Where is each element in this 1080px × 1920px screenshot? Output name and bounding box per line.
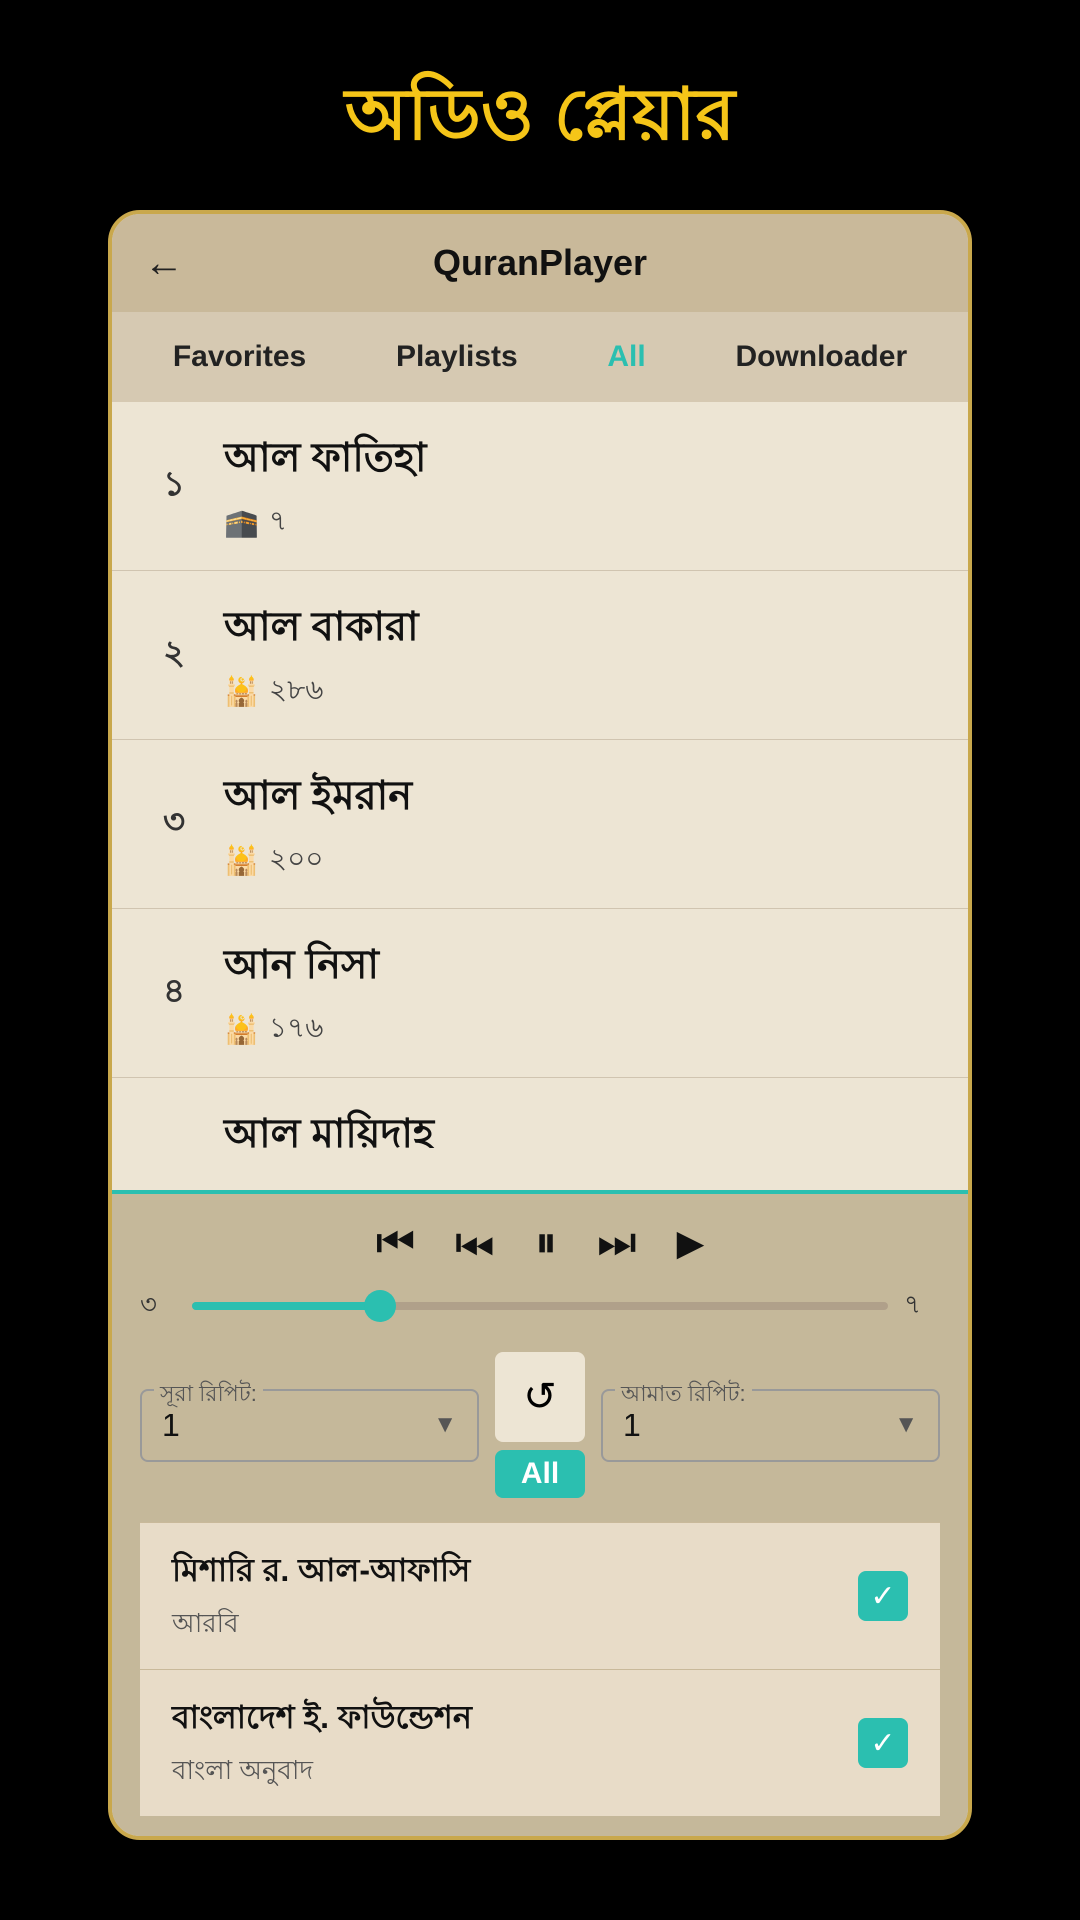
reciter-info-2: বাংলাদেশ ই. ফাউন্ডেশন বাংলা অনুবাদ — [172, 1692, 858, 1794]
reciter-name-2: বাংলাদেশ ই. ফাউন্ডেশন — [172, 1692, 858, 1746]
surah-info-4: আন নিসা 🕌 ১৭৬ — [224, 933, 936, 1053]
app-title: QuranPlayer — [433, 242, 647, 284]
surah-number-1: ১ — [144, 458, 204, 515]
reciter-checkbox-2[interactable]: ✓ — [858, 1718, 908, 1768]
surah-name-4: আন নিসা — [224, 933, 936, 1000]
reciter-checkbox-1[interactable]: ✓ — [858, 1571, 908, 1621]
surah-meta-4: 🕌 ১৭৬ — [224, 1006, 936, 1053]
surah-meta-3: 🕌 ২০০ — [224, 837, 936, 884]
time-start: ৩ — [140, 1284, 176, 1328]
surah-item-4[interactable]: ৪ আন নিসা 🕌 ১৭৬ — [112, 909, 968, 1078]
surah-number-4: ৪ — [144, 965, 204, 1022]
reciter-lang-1: আরবি — [172, 1603, 858, 1647]
player-controls: ⏮ ⏭ ⏸ ⏭ ▶ — [140, 1218, 940, 1268]
progress-fill — [192, 1302, 380, 1310]
tab-playlists[interactable]: Playlists — [388, 336, 526, 378]
reciter-section: মিশারি র. আল-আফাসি আরবি ✓ বাংলাদেশ ই. ফা… — [140, 1522, 940, 1816]
surah-repeat-box: সূরা রিপিট: 1 ▼ — [140, 1389, 479, 1462]
surah-meta-2: 🕌 ২৮৬ — [224, 668, 936, 715]
reciter-lang-2: বাংলা অনুবাদ — [172, 1750, 858, 1794]
surah-item-1[interactable]: ১ আল ফাতিহা 🕋 ৭ — [112, 402, 968, 571]
page-title: অডিও প্লেয়ার — [345, 60, 735, 180]
tab-downloader[interactable]: Downloader — [727, 336, 915, 378]
reciter-item-2[interactable]: বাংলাদেশ ই. ফাউন্ডেশন বাংলা অনুবাদ ✓ — [140, 1669, 940, 1816]
surah-meta-1: 🕋 ৭ — [224, 499, 936, 546]
prev-chapter-button[interactable]: ⏭ — [455, 1218, 495, 1268]
player-bar: ⏮ ⏭ ⏸ ⏭ ▶ ৩ ৭ সূরা রিপিট: 1 ▼ — [112, 1190, 968, 1836]
surah-repeat-arrow: ▼ — [433, 1411, 457, 1439]
surah-item-5-partial[interactable]: আল মায়িদাহ — [112, 1078, 968, 1148]
surah-count-4: ১৭৬ — [269, 1006, 324, 1053]
reciter-name-1: মিশারি র. আল-আফাসি — [172, 1545, 858, 1599]
ayat-repeat-arrow: ▼ — [894, 1411, 918, 1439]
repeat-middle: ↺ All — [495, 1352, 585, 1498]
repeat-icon: ↺ — [523, 1374, 557, 1420]
surah-count-1: ৭ — [269, 499, 287, 546]
pause-button[interactable]: ⏸ — [535, 1218, 557, 1268]
surah-name-2: আল বাকারা — [224, 595, 936, 662]
time-end: ৭ — [904, 1284, 940, 1328]
progress-thumb[interactable] — [364, 1290, 396, 1322]
next-chapter-button[interactable]: ⏭ — [597, 1218, 637, 1268]
progress-row: ৩ ৭ — [140, 1284, 940, 1328]
surah-name-5: আল মায়িদাহ — [224, 1102, 434, 1148]
mosque-icon-3: 🕌 — [224, 844, 259, 877]
repeat-icon-button[interactable]: ↺ — [495, 1352, 585, 1442]
surah-item-2[interactable]: ২ আল বাকারা 🕌 ২৮৬ — [112, 571, 968, 740]
mosque-icon-4: 🕌 — [224, 1013, 259, 1046]
surah-name-3: আল ইমরান — [224, 764, 936, 831]
app-header: ← QuranPlayer — [112, 214, 968, 312]
surah-item-3[interactable]: ৩ আল ইমরান 🕌 ২০০ — [112, 740, 968, 909]
back-button[interactable]: ← — [144, 241, 184, 286]
ayat-repeat-box: আমাত রিপিট: 1 ▼ — [601, 1389, 940, 1462]
prev-track-button[interactable]: ⏮ — [376, 1218, 416, 1268]
surah-info-1: আল ফাতিহা 🕋 ৭ — [224, 426, 936, 546]
reciter-item-1[interactable]: মিশারি র. আল-আফাসি আরবি ✓ — [140, 1522, 940, 1669]
reciter-info-1: মিশারি র. আল-আফাসি আরবি — [172, 1545, 858, 1647]
progress-track[interactable] — [192, 1302, 888, 1310]
mosque-icon-1: 🕋 — [224, 506, 259, 539]
mosque-icon-2: 🕌 — [224, 675, 259, 708]
phone-frame: ← QuranPlayer Favorites Playlists All Do… — [108, 210, 972, 1840]
tab-favorites[interactable]: Favorites — [165, 336, 314, 378]
surah-number-3: ৩ — [144, 796, 204, 853]
surah-info-3: আল ইমরান 🕌 ২০০ — [224, 764, 936, 884]
nav-tabs: Favorites Playlists All Downloader — [112, 312, 968, 402]
surah-repeat-label: সূরা রিপিট: — [154, 1377, 263, 1414]
surah-info-2: আল বাকারা 🕌 ২৮৬ — [224, 595, 936, 715]
next-track-button[interactable]: ▶ — [677, 1222, 705, 1264]
ayat-repeat-label: আমাত রিপিট: — [615, 1377, 752, 1414]
surah-number-2: ২ — [144, 627, 204, 684]
repeat-row: সূরা রিপিট: 1 ▼ ↺ All আমাত রিপিট: 1 ▼ — [140, 1352, 940, 1498]
all-button[interactable]: All — [495, 1450, 585, 1498]
tab-all[interactable]: All — [599, 336, 653, 378]
surah-count-2: ২৮৬ — [269, 668, 324, 715]
surah-name-1: আল ফাতিহা — [224, 426, 936, 493]
surah-count-3: ২০০ — [269, 837, 324, 884]
surah-list: ১ আল ফাতিহা 🕋 ৭ ২ আল বাকারা 🕌 ২৮৬ ৩ — [112, 402, 968, 1190]
